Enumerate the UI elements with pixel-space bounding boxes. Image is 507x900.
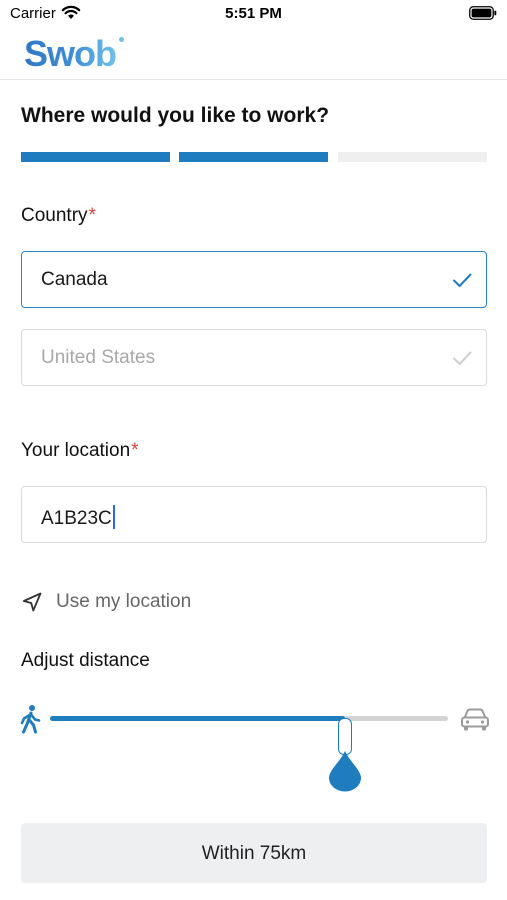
- car-icon: [461, 708, 489, 731]
- use-my-location-button[interactable]: Use my location: [21, 588, 241, 616]
- progress-step-3: [338, 152, 487, 162]
- navigation-arrow-icon: [22, 592, 42, 612]
- text-caret: [112, 505, 115, 529]
- distance-value-button[interactable]: Within 75km: [21, 823, 487, 883]
- progress-step-1: [21, 152, 170, 162]
- country-label-text: Country: [21, 205, 88, 226]
- location-label-text: Your location: [21, 440, 131, 461]
- walking-person-icon: [20, 705, 41, 734]
- page-title: Where would you like to work?: [21, 104, 330, 127]
- required-mark: *: [88, 205, 96, 226]
- location-label: Your location*: [21, 440, 139, 462]
- check-icon: [453, 351, 472, 365]
- country-option-united-states[interactable]: United States: [21, 329, 487, 386]
- required-mark: *: [131, 440, 139, 461]
- use-my-location-label: Use my location: [56, 591, 192, 612]
- slider-value-indicator: [329, 751, 361, 792]
- step-progress: [21, 152, 487, 162]
- check-icon: [453, 273, 472, 287]
- distance-slider[interactable]: [18, 700, 490, 755]
- country-label: Country*: [21, 205, 96, 227]
- battery-icon: [469, 6, 497, 20]
- app-header: Swob: [0, 28, 507, 80]
- adjust-distance-label: Adjust distance: [21, 650, 150, 671]
- logo-dot: [119, 37, 124, 42]
- country-option-canada[interactable]: Canada: [21, 251, 487, 308]
- slider-track-fill: [50, 716, 345, 721]
- country-option-label: Canada: [41, 269, 108, 290]
- status-bar: Carrier 5:51 PM: [0, 0, 507, 28]
- location-input-value: A1B23C: [41, 505, 115, 530]
- progress-step-2: [179, 152, 328, 162]
- slider-track[interactable]: [50, 716, 448, 755]
- clock: 5:51 PM: [225, 5, 282, 22]
- distance-value-label: Within 75km: [201, 843, 307, 864]
- country-option-label: United States: [41, 347, 156, 368]
- location-input[interactable]: A1B23C: [21, 486, 487, 543]
- location-value-text: A1B23C: [41, 508, 112, 529]
- swob-logo[interactable]: Swob: [24, 33, 117, 75]
